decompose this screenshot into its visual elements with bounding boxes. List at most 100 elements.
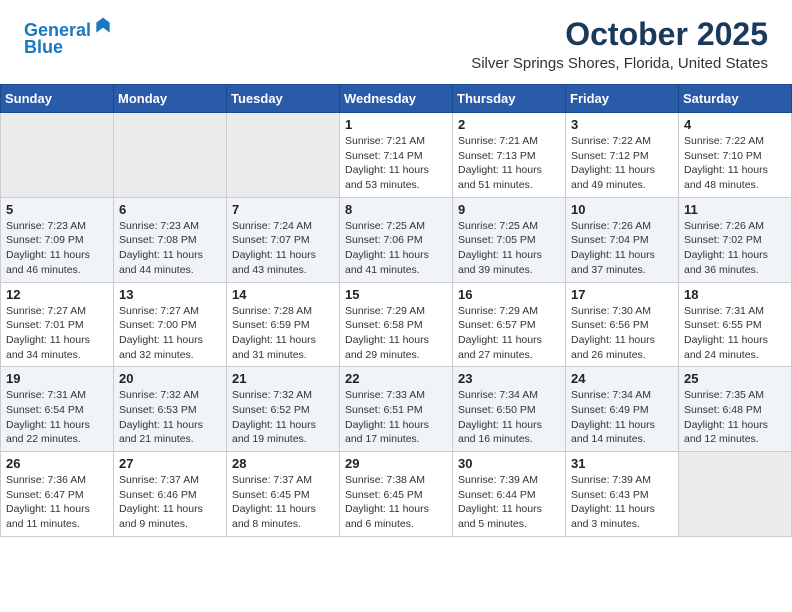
calendar-cell: 10 Sunrise: 7:26 AMSunset: 7:04 PMDayligh… (566, 197, 679, 282)
day-info: Sunrise: 7:29 AMSunset: 6:58 PMDaylight:… (345, 304, 447, 363)
day-number: 17 (571, 287, 673, 302)
calendar-cell: 25 Sunrise: 7:35 AMSunset: 6:48 PMDayligh… (679, 367, 792, 452)
day-info: Sunrise: 7:22 AMSunset: 7:10 PMDaylight:… (684, 134, 786, 193)
day-info: Sunrise: 7:24 AMSunset: 7:07 PMDaylight:… (232, 219, 334, 278)
calendar-cell: 13 Sunrise: 7:27 AMSunset: 7:00 PMDayligh… (114, 282, 227, 367)
calendar-cell: 1 Sunrise: 7:21 AMSunset: 7:14 PMDaylight… (340, 113, 453, 198)
calendar-cell: 17 Sunrise: 7:30 AMSunset: 6:56 PMDayligh… (566, 282, 679, 367)
title-section: October 2025 Silver Springs Shores, Flor… (471, 16, 768, 72)
day-info: Sunrise: 7:25 AMSunset: 7:05 PMDaylight:… (458, 219, 560, 278)
day-info: Sunrise: 7:21 AMSunset: 7:14 PMDaylight:… (345, 134, 447, 193)
calendar-cell: 11Sunrise: 7:26 AMSunset: 7:02 PMDayligh… (679, 197, 792, 282)
day-info: Sunrise: 7:25 AMSunset: 7:06 PMDaylight:… (345, 219, 447, 278)
calendar-cell: 12 Sunrise: 7:27 AMSunset: 7:01 PMDayligh… (1, 282, 114, 367)
day-info: Sunrise: 7:27 AMSunset: 7:01 PMDaylight:… (6, 304, 108, 363)
day-number: 23 (458, 371, 560, 386)
day-number: 19 (6, 371, 108, 386)
calendar-cell: 21 Sunrise: 7:32 AMSunset: 6:52 PMDayligh… (227, 367, 340, 452)
day-info: Sunrise: 7:27 AMSunset: 7:00 PMDaylight:… (119, 304, 221, 363)
day-number: 1 (345, 117, 447, 132)
day-number: 18 (684, 287, 786, 302)
day-info: Sunrise: 7:22 AMSunset: 7:12 PMDaylight:… (571, 134, 673, 193)
day-number: 13 (119, 287, 221, 302)
day-number: 16 (458, 287, 560, 302)
day-info: Sunrise: 7:31 AMSunset: 6:55 PMDaylight:… (684, 304, 786, 363)
calendar-cell (1, 113, 114, 198)
day-number: 2 (458, 117, 560, 132)
logo: General Blue (24, 16, 113, 58)
calendar-cell: 20 Sunrise: 7:32 AMSunset: 6:53 PMDayligh… (114, 367, 227, 452)
day-number: 27 (119, 456, 221, 471)
day-number: 24 (571, 371, 673, 386)
day-info: Sunrise: 7:29 AMSunset: 6:57 PMDaylight:… (458, 304, 560, 363)
day-info: Sunrise: 7:33 AMSunset: 6:51 PMDaylight:… (345, 388, 447, 447)
calendar-cell: 24Sunrise: 7:34 AMSunset: 6:49 PMDayligh… (566, 367, 679, 452)
day-number: 14 (232, 287, 334, 302)
day-info: Sunrise: 7:26 AMSunset: 7:04 PMDaylight:… (571, 219, 673, 278)
day-info: Sunrise: 7:37 AMSunset: 6:45 PMDaylight:… (232, 473, 334, 532)
calendar-week-5: 26 Sunrise: 7:36 AMSunset: 6:47 PMDayligh… (1, 452, 792, 537)
calendar-cell (679, 452, 792, 537)
day-number: 22 (345, 371, 447, 386)
calendar-cell: 15 Sunrise: 7:29 AMSunset: 6:58 PMDayligh… (340, 282, 453, 367)
day-number: 9 (458, 202, 560, 217)
calendar-cell: 14Sunrise: 7:28 AMSunset: 6:59 PMDayligh… (227, 282, 340, 367)
day-info: Sunrise: 7:23 AMSunset: 7:08 PMDaylight:… (119, 219, 221, 278)
calendar-cell: 4Sunrise: 7:22 AMSunset: 7:10 PMDaylight… (679, 113, 792, 198)
day-number: 21 (232, 371, 334, 386)
day-number: 10 (571, 202, 673, 217)
header-monday: Monday (114, 85, 227, 113)
day-info: Sunrise: 7:32 AMSunset: 6:52 PMDaylight:… (232, 388, 334, 447)
day-number: 3 (571, 117, 673, 132)
day-number: 5 (6, 202, 108, 217)
day-info: Sunrise: 7:37 AMSunset: 6:46 PMDaylight:… (119, 473, 221, 532)
calendar-cell: 7Sunrise: 7:24 AMSunset: 7:07 PMDaylight… (227, 197, 340, 282)
day-number: 25 (684, 371, 786, 386)
day-number: 26 (6, 456, 108, 471)
calendar-table: SundayMondayTuesdayWednesdayThursdayFrid… (0, 84, 792, 537)
calendar-week-3: 12 Sunrise: 7:27 AMSunset: 7:01 PMDayligh… (1, 282, 792, 367)
day-number: 28 (232, 456, 334, 471)
day-number: 30 (458, 456, 560, 471)
calendar-cell: 27 Sunrise: 7:37 AMSunset: 6:46 PMDayligh… (114, 452, 227, 537)
calendar-cell: 22 Sunrise: 7:33 AMSunset: 6:51 PMDayligh… (340, 367, 453, 452)
calendar-cell: 29Sunrise: 7:38 AMSunset: 6:45 PMDayligh… (340, 452, 453, 537)
header-saturday: Saturday (679, 85, 792, 113)
day-number: 15 (345, 287, 447, 302)
calendar-cell: 19 Sunrise: 7:31 AMSunset: 6:54 PMDayligh… (1, 367, 114, 452)
calendar-cell: 9 Sunrise: 7:25 AMSunset: 7:05 PMDaylight… (453, 197, 566, 282)
month-title: October 2025 (471, 16, 768, 53)
header-friday: Friday (566, 85, 679, 113)
day-info: Sunrise: 7:26 AMSunset: 7:02 PMDaylight:… (684, 219, 786, 278)
day-number: 29 (345, 456, 447, 471)
day-number: 20 (119, 371, 221, 386)
calendar-cell: 6 Sunrise: 7:23 AMSunset: 7:08 PMDaylight… (114, 197, 227, 282)
day-number: 6 (119, 202, 221, 217)
calendar-cell: 26 Sunrise: 7:36 AMSunset: 6:47 PMDayligh… (1, 452, 114, 537)
day-info: Sunrise: 7:35 AMSunset: 6:48 PMDaylight:… (684, 388, 786, 447)
calendar-cell: 16 Sunrise: 7:29 AMSunset: 6:57 PMDayligh… (453, 282, 566, 367)
day-number: 8 (345, 202, 447, 217)
day-info: Sunrise: 7:32 AMSunset: 6:53 PMDaylight:… (119, 388, 221, 447)
day-info: Sunrise: 7:34 AMSunset: 6:50 PMDaylight:… (458, 388, 560, 447)
calendar-cell: 23 Sunrise: 7:34 AMSunset: 6:50 PMDayligh… (453, 367, 566, 452)
day-info: Sunrise: 7:36 AMSunset: 6:47 PMDaylight:… (6, 473, 108, 532)
day-info: Sunrise: 7:31 AMSunset: 6:54 PMDaylight:… (6, 388, 108, 447)
day-number: 31 (571, 456, 673, 471)
header-tuesday: Tuesday (227, 85, 340, 113)
day-info: Sunrise: 7:21 AMSunset: 7:13 PMDaylight:… (458, 134, 560, 193)
calendar-week-4: 19 Sunrise: 7:31 AMSunset: 6:54 PMDayligh… (1, 367, 792, 452)
day-info: Sunrise: 7:39 AMSunset: 6:43 PMDaylight:… (571, 473, 673, 532)
header-sunday: Sunday (1, 85, 114, 113)
calendar-cell: 18 Sunrise: 7:31 AMSunset: 6:55 PMDayligh… (679, 282, 792, 367)
calendar-cell: 3 Sunrise: 7:22 AMSunset: 7:12 PMDaylight… (566, 113, 679, 198)
calendar-cell: 28 Sunrise: 7:37 AMSunset: 6:45 PMDayligh… (227, 452, 340, 537)
day-info: Sunrise: 7:30 AMSunset: 6:56 PMDaylight:… (571, 304, 673, 363)
day-number: 12 (6, 287, 108, 302)
calendar-cell (227, 113, 340, 198)
header-wednesday: Wednesday (340, 85, 453, 113)
day-info: Sunrise: 7:23 AMSunset: 7:09 PMDaylight:… (6, 219, 108, 278)
page-header: General Blue October 2025 Silver Springs… (0, 0, 792, 76)
day-info: Sunrise: 7:39 AMSunset: 6:44 PMDaylight:… (458, 473, 560, 532)
calendar-cell (114, 113, 227, 198)
